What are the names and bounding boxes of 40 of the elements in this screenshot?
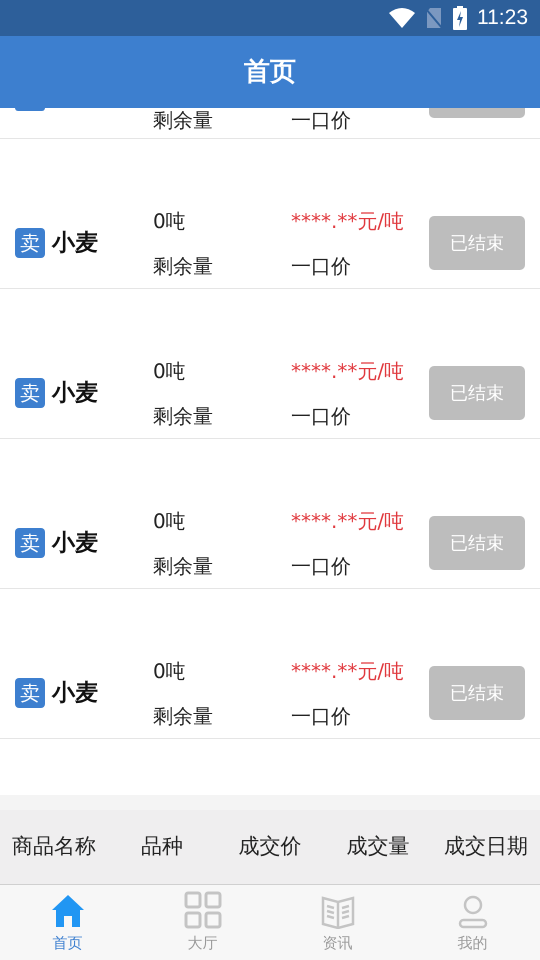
column-header: 成交日期: [443, 833, 529, 860]
column-header: 成交量: [346, 833, 410, 860]
remaining-label: 剩余量: [153, 402, 214, 430]
remaining-label: 剩余量: [153, 252, 214, 280]
sell-badge: 卖: [15, 678, 45, 708]
price: ****.**元/吨: [291, 508, 406, 534]
column-header: 成交价: [238, 833, 302, 860]
price: ****.**元/吨: [291, 358, 406, 384]
column-header: 品种: [140, 833, 184, 860]
status-time: 11:23: [477, 5, 528, 32]
product-name: 小麦: [52, 378, 98, 408]
remaining-label: 剩余量: [153, 108, 214, 132]
price-type: 一口价: [291, 552, 352, 580]
sell-badge: 卖: [15, 378, 45, 408]
column-header: 商品名称: [11, 833, 97, 860]
wifi-icon: [389, 8, 415, 28]
product-name: 小麦: [52, 228, 98, 258]
quantity: 0吨: [153, 358, 187, 384]
price: ****.**元/吨: [291, 208, 406, 234]
quantity: 0吨: [153, 208, 187, 234]
battery-charging-icon: [453, 6, 467, 30]
sell-badge: 卖: [15, 228, 45, 258]
quantity: 0吨: [153, 508, 187, 534]
price-type: 一口价: [291, 108, 352, 132]
product-name: 小麦: [52, 528, 98, 558]
sell-badge: 卖: [15, 528, 45, 558]
price-type: 一口价: [291, 252, 352, 280]
tab-label[interactable]: 首页: [52, 932, 82, 954]
price: ****.**元/吨: [291, 658, 406, 684]
price-type: 一口价: [291, 702, 352, 730]
product-name: 小麦: [52, 678, 98, 708]
no-sim-icon: [425, 7, 443, 29]
price-type: 一口价: [291, 402, 352, 430]
quantity: 0吨: [153, 658, 187, 684]
page-title: 首页: [244, 56, 296, 88]
tab-label[interactable]: 大厅: [188, 932, 218, 954]
tab-label[interactable]: 资讯: [322, 932, 352, 954]
remaining-label: 剩余量: [153, 702, 214, 730]
tab-label[interactable]: 我的: [458, 932, 488, 954]
remaining-label: 剩余量: [153, 552, 214, 580]
